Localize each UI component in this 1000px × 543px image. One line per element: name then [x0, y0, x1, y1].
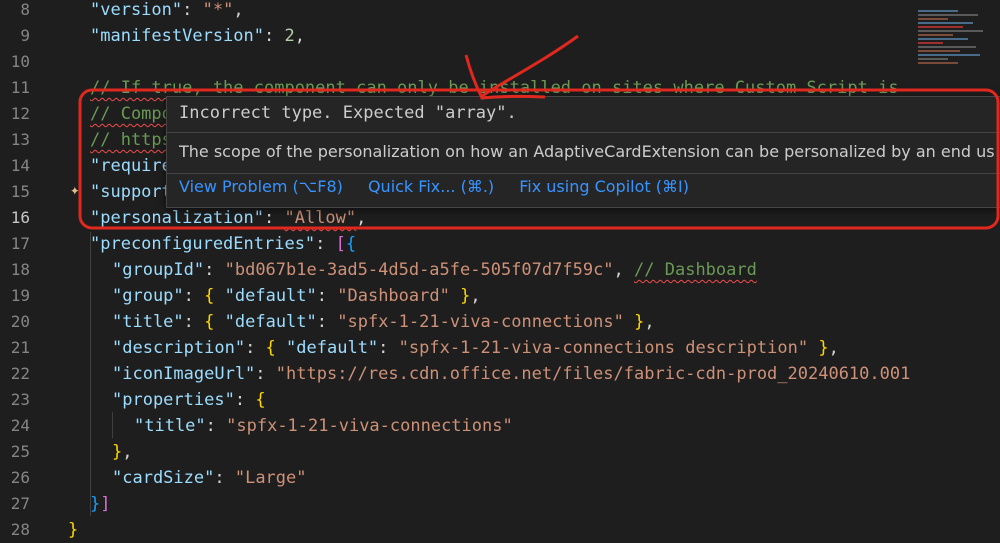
- annotation-arrowhead: [464, 54, 546, 100]
- code-editor[interactable]: 8 9 10 11 12 13 14 15 16 17 18 19 20 21 22 23 24 25 26 27 28…: [0, 0, 1000, 540]
- annotation-arrow: [481, 34, 579, 98]
- annotation-overlay: [78, 34, 1000, 230]
- annotation-box: [78, 88, 1000, 230]
